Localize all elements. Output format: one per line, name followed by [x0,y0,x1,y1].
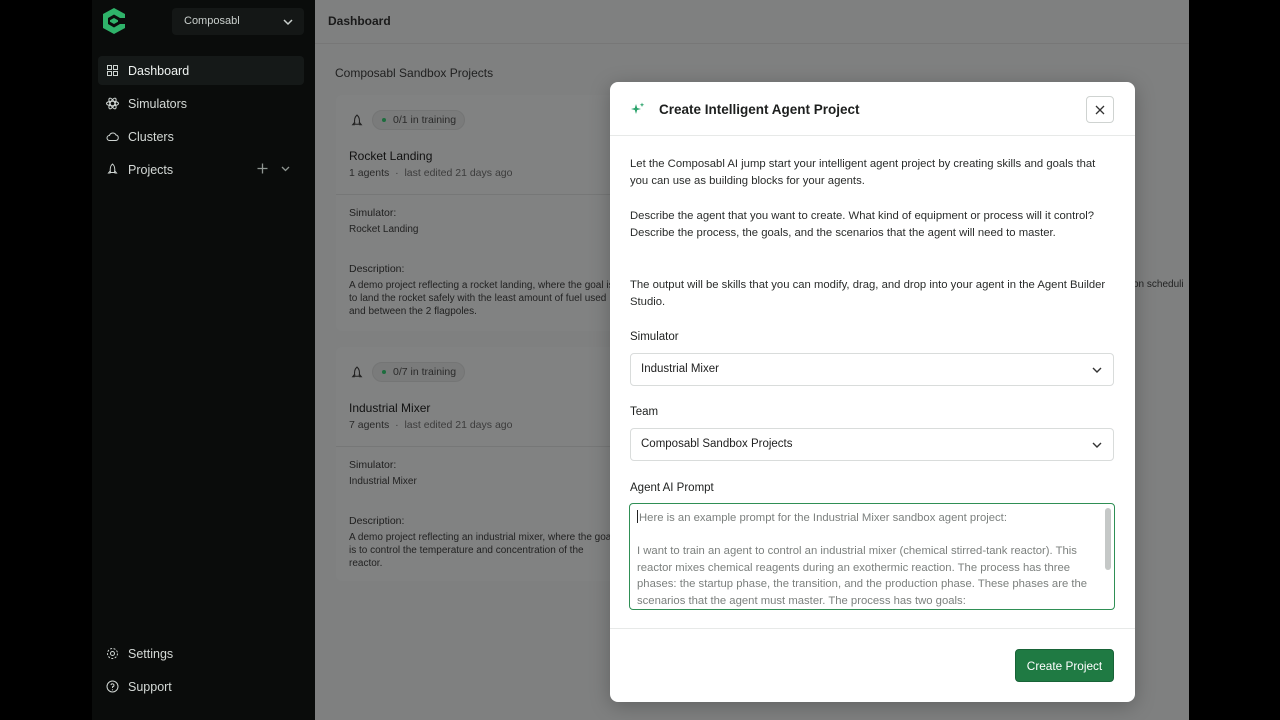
plus-icon[interactable] [256,162,269,175]
instructions-text: Describe the agent that you want to crea… [630,210,1095,239]
description-label: Description: [349,515,405,527]
close-icon [1095,105,1105,115]
chevron-down-icon [1092,442,1102,448]
project-meta: 7 agents · last edited 21 days ago [349,419,513,431]
sidebar-item-settings[interactable]: Settings [98,639,304,668]
status-badge: 0/7 in training [372,362,466,382]
sidebar-item-dashboard[interactable]: Dashboard [98,56,304,85]
intro-text: Let the Composabl AI jump start your int… [630,158,1096,187]
sidebar-item-clusters[interactable]: Clusters [98,122,304,151]
sidebar-item-projects[interactable]: Projects [98,155,304,184]
org-selector-label: Composabl [184,15,240,27]
divider [336,194,626,195]
sidebar-item-label: Support [128,679,172,694]
description-text: A demo project reflecting an industrial … [349,532,614,569]
help-icon [106,680,119,693]
simulator-value: Rocket Landing [349,224,419,235]
sparkles-icon [631,102,645,114]
project-card[interactable]: 0/7 in training ⋮ Industrial Mixer 7 age… [336,347,626,581]
sidebar-item-label: Projects [128,162,174,177]
sidebar-item-label: Settings [128,646,174,661]
grid-icon [106,64,119,77]
prompt-placeholder-line: Here is an example prompt for the Indust… [637,510,1007,524]
text-caret [637,510,638,523]
sidebar: Composabl Dashboard Simulators Clusters … [92,0,315,720]
close-button[interactable] [1086,96,1114,123]
project-name[interactable]: Industrial Mixer [349,401,430,415]
project-card[interactable]: 0/1 in training ⋮ Rocket Landing 1 agent… [336,95,626,331]
last-edited: last edited 21 days ago [404,167,513,179]
chevron-down-icon [1092,367,1102,373]
description-text: A demo project reflecting a rocket landi… [349,280,614,317]
composabl-logo-icon[interactable] [100,6,128,36]
rocket-icon [351,366,363,378]
create-project-modal: Create Intelligent Agent Project Let the… [610,82,1135,702]
sidebar-item-label: Dashboard [128,63,190,78]
modal-title: Create Intelligent Agent Project [659,102,860,117]
team-select-value: Composabl Sandbox Projects [641,438,793,450]
divider [336,446,626,447]
create-project-button[interactable]: Create Project [1015,649,1114,682]
simulator-value: Industrial Mixer [349,476,417,487]
prompt-field-label: Agent AI Prompt [630,482,714,494]
top-bar: Dashboard [315,0,1189,44]
sidebar-item-label: Simulators [128,96,188,111]
project-name[interactable]: Rocket Landing [349,149,432,163]
chevron-down-icon[interactable] [279,162,292,175]
textarea-scrollbar[interactable] [1105,508,1111,570]
simulator-select[interactable]: Industrial Mixer [630,353,1114,386]
description-label: Description: [349,263,405,275]
rocket-icon [351,114,363,126]
page-title: Dashboard [328,14,391,28]
team-select[interactable]: Composabl Sandbox Projects [630,428,1114,461]
simulator-label: Simulator: [349,207,397,219]
sidebar-item-simulators[interactable]: Simulators [98,89,304,118]
simulator-field-label: Simulator [630,331,679,343]
team-field-label: Team [630,406,659,418]
org-selector[interactable]: Composabl [172,8,304,35]
simulator-select-value: Industrial Mixer [641,363,719,375]
rocket-icon [106,163,119,176]
sidebar-item-label: Clusters [128,129,174,144]
agent-prompt-textarea[interactable]: Here is an example prompt for the Indust… [629,503,1115,610]
status-badge: 0/1 in training [372,110,466,130]
partial-card-text: on scheduli [1133,279,1184,290]
agent-count: 1 agents [349,167,390,179]
project-meta: 1 agents · last edited 21 days ago [349,167,513,179]
simulator-label: Simulator: [349,459,397,471]
agent-count: 7 agents [349,419,390,431]
atom-icon [106,97,119,110]
divider [610,628,1135,629]
sidebar-item-support[interactable]: Support [98,672,304,701]
last-edited: last edited 21 days ago [404,419,513,431]
modal-header: Create Intelligent Agent Project [610,82,1135,136]
prompt-placeholder-body: I want to train an agent to control an i… [637,545,1088,607]
cloud-icon [106,130,119,143]
section-title: Composabl Sandbox Projects [335,66,494,80]
output-text: The output will be skills that you can m… [630,279,1106,308]
chevron-down-icon [283,19,293,26]
gear-icon [106,647,119,660]
